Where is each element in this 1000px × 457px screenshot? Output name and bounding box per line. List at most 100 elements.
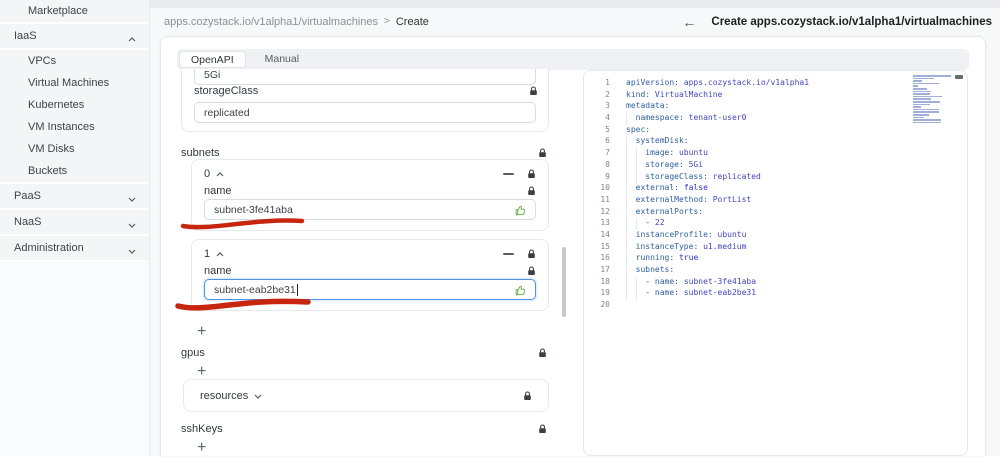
sidebar-item-vpcs[interactable]: VPCs	[0, 50, 149, 72]
sidebar-item-vm-disks[interactable]: VM Disks	[0, 138, 149, 160]
code-line: 11 externalMethod: PortList	[584, 194, 967, 207]
sidebar-item-label: Buckets	[28, 165, 68, 177]
line-number: 1	[605, 78, 610, 87]
back-arrow-icon[interactable]: ←	[682, 15, 696, 29]
sidebar-item-administration[interactable]: Administration	[0, 236, 149, 260]
line-number: 13	[600, 218, 610, 228]
code-line: 14 instanceProfile: ubuntu	[584, 229, 967, 242]
page-title: Create apps.cozystack.io/v1alpha1/virtua…	[711, 15, 992, 28]
code-line: 20	[584, 300, 967, 312]
name-label: name	[204, 185, 232, 197]
item-index: 0	[204, 168, 211, 180]
code-line: 1 apiVersion: apps.cozystack.io/v1alpha1	[584, 78, 967, 90]
form-scroll-area[interactable]: 5Gi storageClass replicated subnets 0 na…	[181, 69, 549, 457]
code-line: 3 metadata:	[584, 101, 967, 113]
sidebar-empty-area	[0, 262, 149, 456]
systemdisk-group-card: 5Gi storageClass replicated	[181, 69, 549, 132]
line-number: 18	[600, 276, 610, 286]
sidebar: Marketplace IaaS VPCs Virtual Machines Kuber…	[0, 0, 150, 456]
sidebar-item-iaas[interactable]: IaaS	[0, 24, 149, 48]
storage-input[interactable]: 5Gi	[194, 69, 536, 85]
storage-value: 5Gi	[204, 69, 221, 81]
lock-icon[interactable]	[538, 148, 547, 158]
yaml-editor[interactable]: 1 apiVersion: apps.cozystack.io/v1alpha1 2…	[583, 70, 968, 456]
lock-icon[interactable]	[529, 86, 538, 96]
sshkeys-label: sshKeys	[181, 423, 223, 435]
resources-label: resources	[200, 390, 249, 402]
code-line: 5 spec:	[584, 125, 967, 137]
sidebar-item-label: Kubernetes	[28, 99, 85, 111]
line-number: 19	[600, 288, 610, 298]
sidebar-item-buckets[interactable]: Buckets	[0, 160, 149, 182]
sidebar-item-vm-instances[interactable]: VM Instances	[0, 116, 149, 138]
resources-header[interactable]: resources	[200, 390, 262, 402]
thumbs-up-icon[interactable]	[514, 284, 527, 300]
subnet-item-0-card: 0 name subnet-3fe41aba	[191, 159, 549, 231]
sidebar-item-naas[interactable]: NaaS	[0, 210, 149, 234]
sidebar-item-kubernetes[interactable]: Kubernetes	[0, 94, 149, 116]
code-line: 19 - name: subnet-eab2be31	[584, 288, 967, 301]
subnet-0-value: subnet-3fe41aba	[214, 203, 293, 216]
subnet-1-name-input[interactable]: subnet-eab2be31	[204, 279, 536, 300]
top-strip	[150, 0, 1000, 8]
lock-icon[interactable]	[538, 348, 547, 358]
code-line: 6 systemDisk:	[584, 136, 967, 149]
line-number: 9	[605, 171, 610, 181]
subnet-0-name-input[interactable]: subnet-3fe41aba	[204, 199, 536, 220]
code-line: 18 - name: subnet-3fe41aba	[584, 276, 967, 289]
thumbs-up-icon[interactable]	[514, 204, 527, 220]
sidebar-nav: Marketplace IaaS VPCs Virtual Machines Kuber…	[0, 0, 149, 262]
editor-minimap[interactable]	[913, 75, 953, 127]
chevron-down-icon	[128, 193, 136, 205]
gpus-label: gpus	[181, 347, 205, 359]
add-sshkey-button[interactable]: +	[197, 440, 206, 456]
sidebar-item-label: NaaS	[14, 216, 42, 228]
lock-icon[interactable]	[527, 249, 536, 259]
line-number: 16	[600, 253, 610, 263]
sidebar-item-label: PaaS	[14, 190, 41, 202]
sidebar-item-label: Marketplace	[28, 5, 88, 17]
subnet-item-0-header[interactable]: 0	[204, 168, 224, 180]
code-line: 4 namespace: tenant-user0	[584, 113, 967, 125]
line-number: 10	[600, 183, 610, 193]
breadcrumb-path-link[interactable]: apps.cozystack.io/v1alpha1/virtualmachin…	[164, 16, 378, 28]
sidebar-item-paas[interactable]: PaaS	[0, 184, 149, 208]
storageclass-value: replicated	[204, 106, 250, 119]
add-gpu-button[interactable]: +	[197, 364, 206, 380]
subnet-item-1-header[interactable]: 1	[204, 248, 224, 260]
lock-icon[interactable]	[523, 391, 532, 401]
code-line: 17 subnets:	[584, 265, 967, 277]
storageclass-input[interactable]: replicated	[194, 102, 536, 123]
line-number: 14	[600, 229, 610, 239]
form-scrollbar-thumb[interactable]	[562, 247, 566, 317]
name-label: name	[204, 265, 232, 277]
lock-icon[interactable]	[538, 424, 547, 434]
code-line: 13 - 22	[584, 218, 967, 230]
remove-item-button[interactable]	[503, 253, 514, 255]
lock-icon[interactable]	[527, 186, 536, 196]
lock-icon[interactable]	[527, 266, 536, 276]
code-line: 9 storageClass: replicated	[584, 171, 967, 184]
line-number: 15	[600, 241, 610, 251]
sidebar-item-label: VM Disks	[28, 143, 75, 155]
code-line: 8 storage: 5Gi	[584, 159, 967, 172]
line-number: 20	[600, 300, 610, 310]
tab-openapi[interactable]: OpenAPI	[179, 51, 246, 68]
chevron-up-icon	[128, 33, 136, 45]
line-number: 5	[605, 124, 610, 134]
sidebar-item-label: VPCs	[28, 55, 57, 67]
code-line: 10 external: false	[584, 183, 967, 195]
sidebar-item-virtual-machines[interactable]: Virtual Machines	[0, 72, 149, 94]
lock-icon[interactable]	[527, 169, 536, 179]
tab-manual[interactable]: Manual	[254, 51, 310, 68]
line-number: 17	[600, 265, 610, 274]
add-subnet-button[interactable]: +	[197, 324, 206, 340]
line-number: 3	[605, 101, 610, 111]
sidebar-item-marketplace[interactable]: Marketplace	[0, 0, 149, 22]
sidebar-item-label: Virtual Machines	[28, 77, 110, 89]
chevron-up-icon	[216, 168, 224, 180]
tab-bar: OpenAPI Manual	[177, 49, 969, 70]
remove-item-button[interactable]	[503, 173, 514, 175]
breadcrumb: apps.cozystack.io/v1alpha1/virtualmachin…	[164, 16, 429, 28]
minimap-slider[interactable]	[955, 75, 963, 79]
